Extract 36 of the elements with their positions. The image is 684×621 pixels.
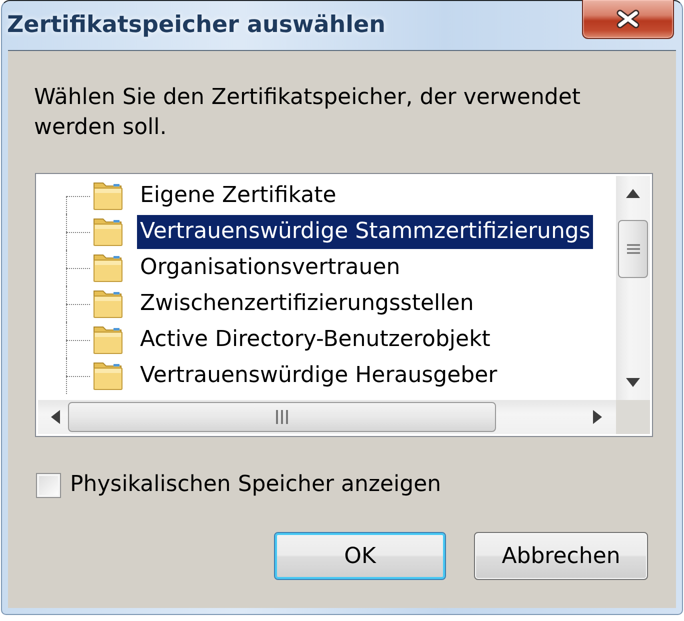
tree-line [66,322,90,358]
caret-right-icon[interactable] [593,410,602,424]
tree-line [66,250,90,286]
tree-item[interactable]: Active Directory-Benutzerobjekt [137,323,494,357]
close-icon [614,9,642,29]
folder-icon [92,253,124,283]
tree-item[interactable]: Vertrauenswürdige Herausgeber [137,359,500,393]
folder-icon [92,325,124,355]
caret-up-icon[interactable] [626,189,640,198]
checkbox-label[interactable]: Physikalischen Speicher anzeigen [70,470,442,500]
instruction-text: Wählen Sie den Zertifikatspeicher, der verwendet werden soll. [34,84,582,142]
scrollbar-corner [616,400,650,434]
folder-icon [92,361,124,391]
tree-item[interactable]: Vertrauenswürdige Stammzertifizierungs [137,215,594,249]
close-button[interactable] [582,0,674,39]
window-title: Zertifikatspeicher auswählen [7,11,386,40]
ok-button[interactable]: OK [274,532,446,580]
grip-icon [626,244,640,254]
caret-left-icon[interactable] [51,410,60,424]
tree-item[interactable]: Zwischenzertifizierungsstellen [137,287,477,321]
vertical-scrollbar[interactable] [616,176,650,400]
tree-item[interactable]: Organisationsvertrauen [137,251,404,285]
scrollbar-thumb[interactable] [68,402,496,432]
tree-line [66,214,90,250]
folder-icon [92,217,124,247]
tree-item[interactable]: Eigene Zertifikate [137,179,340,213]
tree-line [66,358,90,394]
horizontal-scrollbar[interactable] [38,400,616,434]
folder-icon [92,181,124,211]
tree-line [66,286,90,322]
folder-icon [92,289,124,319]
scrollbar-thumb[interactable] [618,220,648,278]
cancel-button[interactable]: Abbrechen [474,532,648,580]
grip-icon [276,410,288,424]
checkbox[interactable] [36,472,61,498]
caret-down-icon[interactable] [626,378,640,387]
